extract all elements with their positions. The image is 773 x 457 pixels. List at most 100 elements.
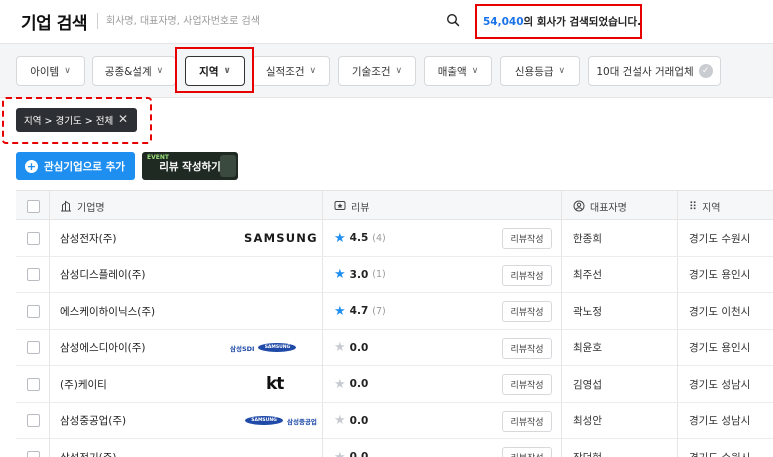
- building-icon: [61, 200, 71, 212]
- filter-chip-credit[interactable]: 신용등급 ∨: [500, 56, 580, 86]
- company-name[interactable]: (주)케이티: [60, 366, 107, 402]
- region: 경기도 이천시: [689, 305, 751, 318]
- row-select-cell: [27, 293, 40, 329]
- write-review-row-button[interactable]: 리뷰작성: [502, 301, 552, 322]
- table-row[interactable]: 삼성디스플레이(주) ★ 3.0 (1) 리뷰작성 최주선 경기도 용인시: [16, 256, 773, 293]
- ceo-name: 곽노정: [573, 305, 602, 318]
- result-count-banner: 54,040 의 회사가 검색되었습니다.: [475, 4, 642, 39]
- rating: ★ 0.0: [334, 403, 372, 439]
- column-divider: [677, 402, 678, 439]
- company-name[interactable]: 삼성디스플레이(주): [60, 257, 145, 293]
- filter-chip-region[interactable]: 지역 ∨: [185, 56, 245, 86]
- star-icon: ★: [334, 340, 346, 355]
- header-review[interactable]: 리뷰: [334, 191, 369, 221]
- row-checkbox[interactable]: [27, 450, 40, 457]
- table-row[interactable]: 에스케이하이닉스(주) ★ 4.7 (7) 리뷰작성 곽노정 경기도 이천시: [16, 293, 773, 330]
- star-icon: ★: [334, 449, 346, 457]
- column-divider: [322, 293, 323, 329]
- column-divider: [677, 329, 678, 366]
- column-divider: [49, 366, 50, 402]
- write-review-row-button[interactable]: 리뷰작성: [502, 447, 552, 457]
- company-name[interactable]: 삼성중공업(주): [60, 403, 126, 439]
- search-input[interactable]: [106, 10, 452, 32]
- row-checkbox[interactable]: [27, 414, 40, 427]
- write-review-row-button[interactable]: 리뷰작성: [502, 374, 552, 395]
- star-icon: ★: [334, 230, 346, 246]
- add-watchlist-button[interactable]: + 관심기업으로 추가: [16, 152, 135, 180]
- write-review-row-button[interactable]: 리뷰작성: [502, 410, 552, 432]
- close-icon[interactable]: ✕: [118, 112, 128, 126]
- company-logo: SAMSUNG 삼성중공업: [245, 403, 317, 439]
- filter-chip-performance[interactable]: 실적조건 ∨: [252, 56, 330, 86]
- star-icon: ★: [334, 376, 346, 392]
- search-icon[interactable]: [446, 13, 460, 27]
- header-company[interactable]: 기업명: [60, 191, 105, 221]
- company-name[interactable]: 삼성전기(주): [60, 439, 117, 457]
- write-review-row-button[interactable]: 리뷰작성: [502, 337, 552, 359]
- filter-chip-revenue[interactable]: 매출액 ∨: [424, 56, 492, 86]
- rating: ★ 0.0: [334, 330, 372, 366]
- table-row[interactable]: 삼성전자(주) SAMSUNG ★ 4.5 (4) 리뷰작성 한종희 경기도 수원시: [16, 220, 773, 257]
- filter-chip-top10-partner[interactable]: 10대 건설사 거래업체 ✓: [588, 56, 721, 86]
- header-ceo[interactable]: 대표자명: [573, 191, 627, 221]
- filter-chip-item[interactable]: 아이템 ∨: [16, 56, 85, 86]
- column-divider: [561, 402, 562, 439]
- table-header: 기업명 리뷰 대표자명 ⠿ 지역: [16, 190, 773, 221]
- write-review-button[interactable]: EVENT 리뷰 작성하기: [142, 152, 238, 180]
- header-company-label: 기업명: [77, 202, 105, 214]
- rating: ★ 3.0 (1): [334, 257, 386, 293]
- select-all-checkbox[interactable]: [27, 199, 40, 213]
- column-divider: [322, 191, 323, 221]
- samsung-pill-logo: SAMSUNG: [258, 343, 297, 352]
- rating: ★ 0.0: [334, 439, 372, 457]
- rating-score: 0.0: [349, 341, 369, 354]
- column-divider: [677, 220, 678, 256]
- row-checkbox[interactable]: [27, 231, 40, 245]
- company-name[interactable]: 에스케이하이닉스(주): [60, 293, 155, 329]
- table-row[interactable]: 삼성중공업(주) SAMSUNG 삼성중공업 ★ 0.0 리뷰작성 최성안 경기도 성남시: [16, 402, 773, 439]
- drag-handle-icon[interactable]: ⠿: [689, 200, 697, 213]
- applied-filter-tag[interactable]: 지역 > 경기도 > 전체 ✕: [16, 108, 137, 132]
- row-select-cell: [27, 403, 40, 439]
- row-checkbox[interactable]: [27, 268, 40, 281]
- write-review-row-button[interactable]: 리뷰작성: [502, 228, 552, 249]
- ceo-name: 최성안: [573, 415, 602, 427]
- column-divider: [49, 220, 50, 256]
- row-checkbox[interactable]: [27, 304, 40, 318]
- company-name[interactable]: 삼성전자(주): [60, 220, 117, 256]
- filter-chip-label: 매출액: [437, 65, 467, 78]
- rating-score: 4.5: [349, 232, 369, 244]
- table-row[interactable]: (주)케이티 kt ★ 0.0 리뷰작성 김영섭 경기도 성남시: [16, 366, 773, 403]
- chevron-down-icon: ∨: [471, 66, 479, 76]
- star-icon: ★: [334, 303, 346, 319]
- header-region[interactable]: ⠿ 지역: [689, 191, 720, 221]
- column-divider: [561, 439, 562, 457]
- column-divider: [322, 329, 323, 366]
- company-name[interactable]: 삼성에스디아이(주): [60, 330, 145, 366]
- region: 경기도 성남시: [689, 415, 751, 427]
- page-title: 기업 검색: [21, 14, 87, 34]
- filter-chip-technical[interactable]: 기술조건 ∨: [338, 56, 416, 86]
- column-divider: [322, 402, 323, 439]
- header: 기업 검색 54,040 의 회사가 검색되었습니다.: [0, 0, 773, 43]
- rating-score: 0.0: [349, 414, 369, 427]
- rating-count: (7): [372, 305, 386, 317]
- chevron-down-icon: ∨: [395, 66, 403, 76]
- filter-chip-label: 신용등급: [514, 65, 554, 78]
- column-divider: [322, 366, 323, 402]
- ceo-name: 최윤호: [573, 342, 602, 354]
- column-divider: [677, 256, 678, 293]
- rating-count: (4): [372, 232, 386, 244]
- row-checkbox[interactable]: [27, 377, 40, 391]
- rating-score: 4.7: [349, 305, 369, 317]
- table-row[interactable]: 삼성에스디아이(주) 삼성SDI SAMSUNG ★ 0.0 리뷰작성 최윤호 경기도 용인시: [16, 329, 773, 366]
- row-checkbox[interactable]: [27, 341, 40, 354]
- write-review-row-button[interactable]: 리뷰작성: [502, 264, 552, 286]
- check-circle-icon: ✓: [698, 64, 713, 78]
- column-divider: [561, 329, 562, 366]
- column-divider: [322, 256, 323, 293]
- applied-filter-label: 지역 > 경기도 > 전체: [24, 116, 114, 127]
- company-search-page: 기업 검색 54,040 의 회사가 검색되었습니다. 아이템 ∨ 공종&설계 ∨ …: [0, 0, 773, 457]
- filter-chip-construction-design[interactable]: 공종&설계 ∨: [92, 56, 176, 86]
- table-row[interactable]: 삼성전기(주) ★0.0 리뷰작성 장덕현 경기도 수원시: [16, 439, 773, 457]
